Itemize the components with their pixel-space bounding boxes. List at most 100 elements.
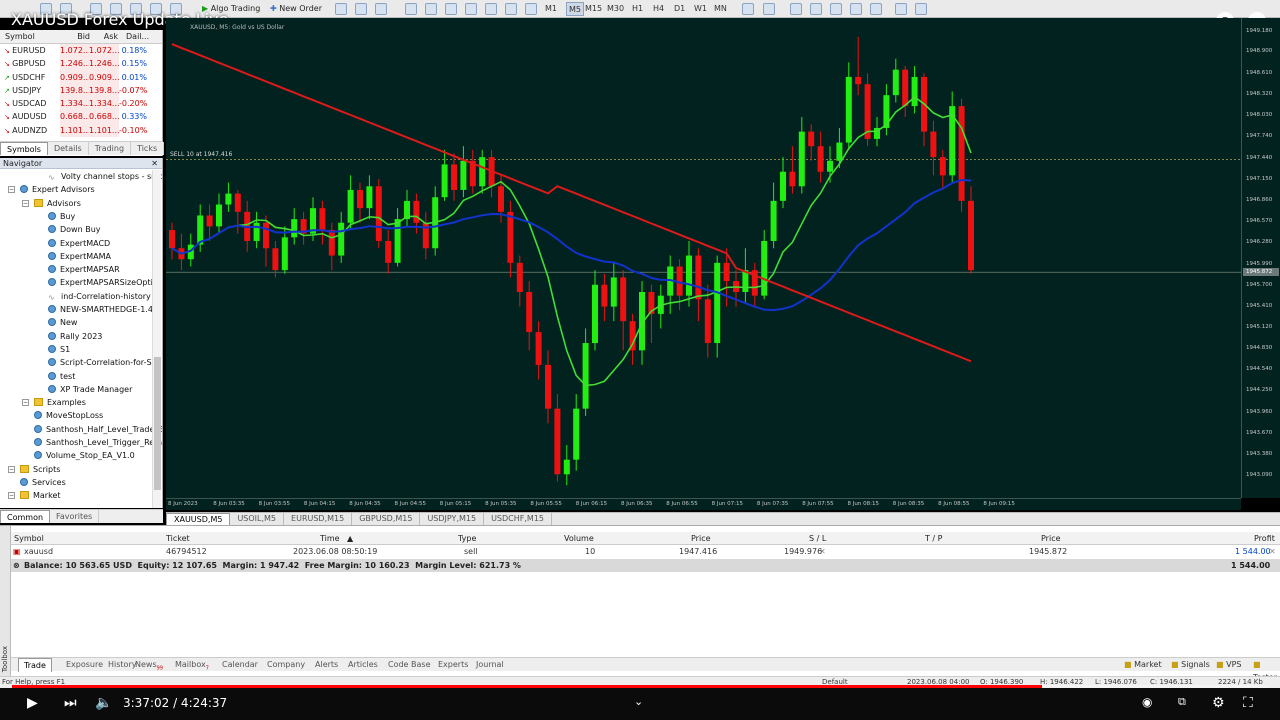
col-sl[interactable]: S / L xyxy=(809,532,826,545)
navigator-scrollbar[interactable] xyxy=(152,170,161,508)
trendline-icon[interactable] xyxy=(830,3,842,15)
shapes-icon[interactable] xyxy=(915,3,927,15)
terminal-tab-exposure[interactable]: Exposure xyxy=(66,658,103,671)
chart-bars-icon[interactable] xyxy=(335,3,347,15)
market-watch-row[interactable]: ↘ USDCAD 1.334... 1.334... -0.20% xyxy=(0,97,162,111)
market-watch-row[interactable]: ↘ EURUSD 1.072... 1.072... 0.18% xyxy=(0,44,162,58)
horizontal-line-icon[interactable] xyxy=(810,3,822,15)
volume-icon[interactable]: 🔈 xyxy=(95,695,112,711)
timeframe-d1[interactable]: D1 xyxy=(674,2,685,16)
expand-icon[interactable]: − xyxy=(8,492,15,500)
navigator-item[interactable]: ∿ Volty channel stops - smooth xyxy=(48,170,162,183)
scrollbar-thumb[interactable] xyxy=(154,357,161,490)
crosshair-icon[interactable] xyxy=(763,3,775,15)
autoscroll-icon[interactable] xyxy=(465,3,477,15)
col-tp[interactable]: T / P xyxy=(925,532,943,545)
navigator-item[interactable]: − Market xyxy=(8,489,61,502)
terminal-tab-alerts[interactable]: Alerts xyxy=(315,658,338,671)
play-icon[interactable]: ▶ xyxy=(27,695,38,711)
terminal-tab-experts[interactable]: Experts xyxy=(438,658,468,671)
col-symbol[interactable]: Symbol xyxy=(14,532,44,545)
tab-trading[interactable]: Trading xyxy=(89,142,132,155)
navigator-item[interactable]: XP Trade Manager xyxy=(48,383,132,396)
timeframe-m5[interactable]: M5 xyxy=(566,2,584,16)
navigator-item[interactable]: Services xyxy=(20,476,66,489)
chart-candles-icon[interactable] xyxy=(355,3,367,15)
right-tab-vps[interactable]: ■ VPS xyxy=(1216,658,1241,671)
tab-common[interactable]: Common xyxy=(0,510,51,523)
navigator-item[interactable]: MoveStopLoss xyxy=(34,409,103,422)
navigator-item[interactable]: Down Buy xyxy=(48,223,101,236)
chart-tab[interactable]: XAUUSD,M5 xyxy=(166,513,231,525)
navigator-item[interactable]: − Advisors xyxy=(22,197,81,210)
timeframe-mn[interactable]: MN xyxy=(714,2,727,16)
navigator-item[interactable]: − Scripts xyxy=(8,463,60,476)
expand-icon[interactable]: − xyxy=(22,199,29,207)
navigator-item[interactable]: − Examples xyxy=(22,396,86,409)
grid-icon[interactable] xyxy=(445,3,457,15)
timeframe-m1[interactable]: M1 xyxy=(545,2,557,16)
expand-icon[interactable]: − xyxy=(22,399,29,407)
settings-icon[interactable]: ⚙ xyxy=(1212,695,1225,711)
market-watch-row[interactable]: ↘ AUDUSD 0.668... 0.668... 0.33% xyxy=(0,110,162,124)
terminal-tab-trade[interactable]: Trade xyxy=(18,658,52,672)
terminal-tab-news[interactable]: News99 xyxy=(135,658,163,676)
timeframe-m30[interactable]: M30 xyxy=(607,2,624,16)
col-price[interactable]: Price xyxy=(691,532,711,545)
fullscreen-icon[interactable]: ⛶ xyxy=(1243,695,1253,711)
navigator-item[interactable]: ∿ ind-Correlation-history xyxy=(48,290,151,303)
zoom-in-icon[interactable] xyxy=(405,3,417,15)
cursor-icon[interactable] xyxy=(742,3,754,15)
chart-tab[interactable]: EURUSD,M15 xyxy=(284,513,353,525)
navigator-item[interactable]: ExpertMAMA xyxy=(48,250,111,263)
chart-line-icon[interactable] xyxy=(375,3,387,15)
navigator-item[interactable]: NEW-SMARTHEDGE-1.4 xyxy=(48,303,153,316)
col-type[interactable]: Type xyxy=(458,532,476,545)
channel-icon[interactable] xyxy=(850,3,862,15)
table-row[interactable]: ▣ xauusd 46794512 2023.06.08 08:50:19 se… xyxy=(11,545,1280,558)
tab-symbols[interactable]: Symbols xyxy=(0,142,48,155)
tab-ticks[interactable]: Ticks xyxy=(131,142,165,155)
navigator-item[interactable]: Santhosh_Level_Trigger_Rem xyxy=(34,436,162,449)
timeframe-h1[interactable]: H1 xyxy=(632,2,643,16)
indicators-icon[interactable] xyxy=(505,3,517,15)
col-ticket[interactable]: Ticket xyxy=(166,532,190,545)
expand-icon[interactable]: − xyxy=(8,465,15,473)
remove-sl-icon[interactable]: ✕ xyxy=(819,545,826,558)
timeframe-w1[interactable]: W1 xyxy=(694,2,707,16)
navigator-item[interactable]: New xyxy=(48,316,77,329)
right-tab-signals[interactable]: ■ Signals xyxy=(1171,658,1210,671)
expand-icon[interactable]: − xyxy=(8,186,15,194)
navigator-item[interactable]: Buy xyxy=(48,210,75,223)
zoom-out-icon[interactable] xyxy=(425,3,437,15)
close-position-icon[interactable]: ✕ xyxy=(1269,545,1276,558)
fibonacci-icon[interactable] xyxy=(870,3,882,15)
time-axis[interactable]: 8 Jun 2023 8 Jun 03:35 8 Jun 03:55 8 Jun 04… xyxy=(166,498,1241,510)
close-icon[interactable]: ✕ xyxy=(151,158,158,169)
col-profit[interactable]: Profit xyxy=(1254,532,1275,545)
terminal-tab-journal[interactable]: Journal xyxy=(476,658,504,671)
terminal-tab-company[interactable]: Company xyxy=(267,658,305,671)
navigator-item[interactable]: test xyxy=(48,370,75,383)
navigator-item[interactable]: − Expert Advisors xyxy=(8,183,95,196)
tab-details[interactable]: Details xyxy=(48,142,89,155)
terminal-tab-mailbox[interactable]: Mailbox7 xyxy=(175,658,209,676)
right-tab-market[interactable]: ■ Market xyxy=(1124,658,1162,671)
chart-tab[interactable]: USDCHF,M15 xyxy=(484,513,552,525)
price-axis[interactable]: 1949.180 1948.900 1948.610 1948.320 1948.030… xyxy=(1241,18,1280,498)
timeframe-m15[interactable]: M15 xyxy=(585,2,602,16)
chart-canvas[interactable] xyxy=(166,18,1241,498)
tab-favorites[interactable]: Favorites xyxy=(50,510,100,523)
chart-tab[interactable]: USDJPY,M15 xyxy=(420,513,485,525)
navigator-item[interactable]: ExpertMAPSARSizeOptim xyxy=(48,276,161,289)
market-watch-row[interactable]: ↘ GBPUSD 1.246... 1.246... 0.15% xyxy=(0,57,162,71)
terminal-tab-calendar[interactable]: Calendar xyxy=(222,658,258,671)
market-watch-row[interactable]: ↗ USDJPY 139.8... 139.8... -0.07% xyxy=(0,83,162,98)
navigator-item[interactable]: ExpertMACD xyxy=(48,237,110,250)
price-chart[interactable]: XAUUSD, M5: Gold vs US Dollar SELL 10 at… xyxy=(166,18,1241,498)
captions-icon[interactable]: ⧉ xyxy=(1178,695,1186,709)
chart-tab[interactable]: USOIL,M5 xyxy=(230,513,285,525)
terminal-tab-history[interactable]: History xyxy=(108,658,136,671)
terminal-tab-code-base[interactable]: Code Base xyxy=(388,658,431,671)
column-bid[interactable]: Bid xyxy=(64,30,93,43)
